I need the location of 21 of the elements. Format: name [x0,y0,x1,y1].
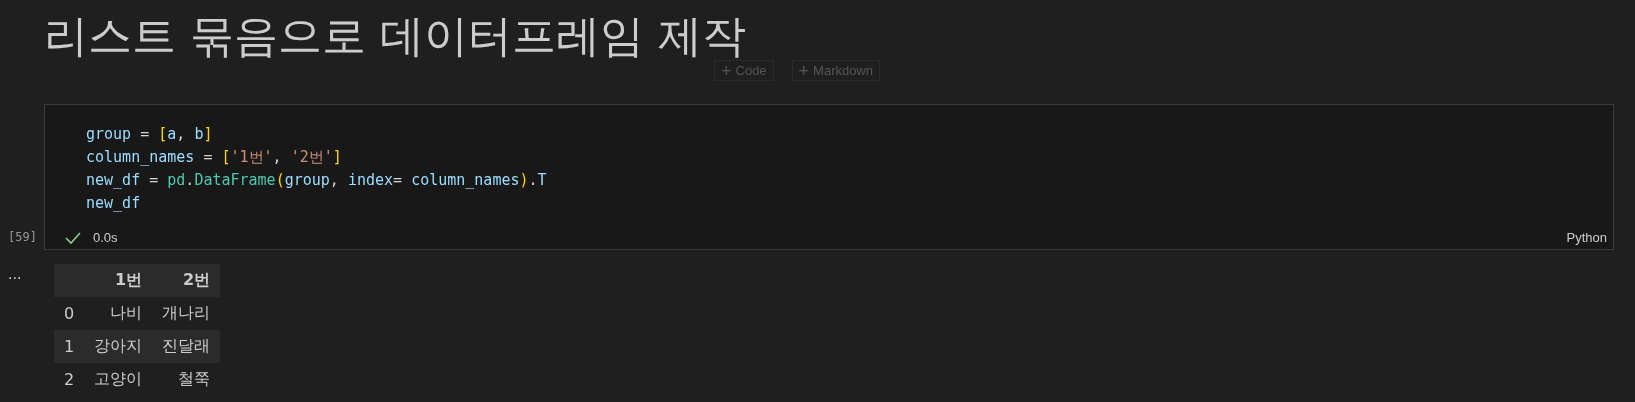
row-index: 0 [54,297,85,330]
table-cell: 철쭉 [152,363,221,396]
table-cell: 진달래 [152,330,221,363]
code-line: column_names = ['1번', '2번'] [86,147,343,168]
output-menu[interactable]: ... [0,269,54,279]
table-cell: 나비 [84,297,153,330]
column-header: 1번 [84,264,153,297]
code-line: group = [a, b] [86,124,214,145]
section-heading: 리스트 묶음으로 데이터프레임 제작 [44,9,746,63]
column-header: 2번 [152,264,221,297]
row-index: 2 [54,363,85,396]
code-cell[interactable]: group = [a, b] column_names = ['1번', '2번'] new_df = pd.DataFrame(group, index= column_names).T new_df 0.0s Python [44,104,1614,250]
code-line: new_df = pd.DataFrame(group, index= column_names).T [86,170,548,191]
code-line: new_df [86,193,142,214]
execution-time: 0.0s [93,230,118,245]
table-cell: 고양이 [84,363,153,396]
row-index: 1 [54,330,85,363]
execution-count: [59] [7,230,38,244]
table-cell: 개나리 [152,297,221,330]
language-label[interactable]: Python [1566,230,1607,245]
table-cell: 강아지 [84,330,153,363]
